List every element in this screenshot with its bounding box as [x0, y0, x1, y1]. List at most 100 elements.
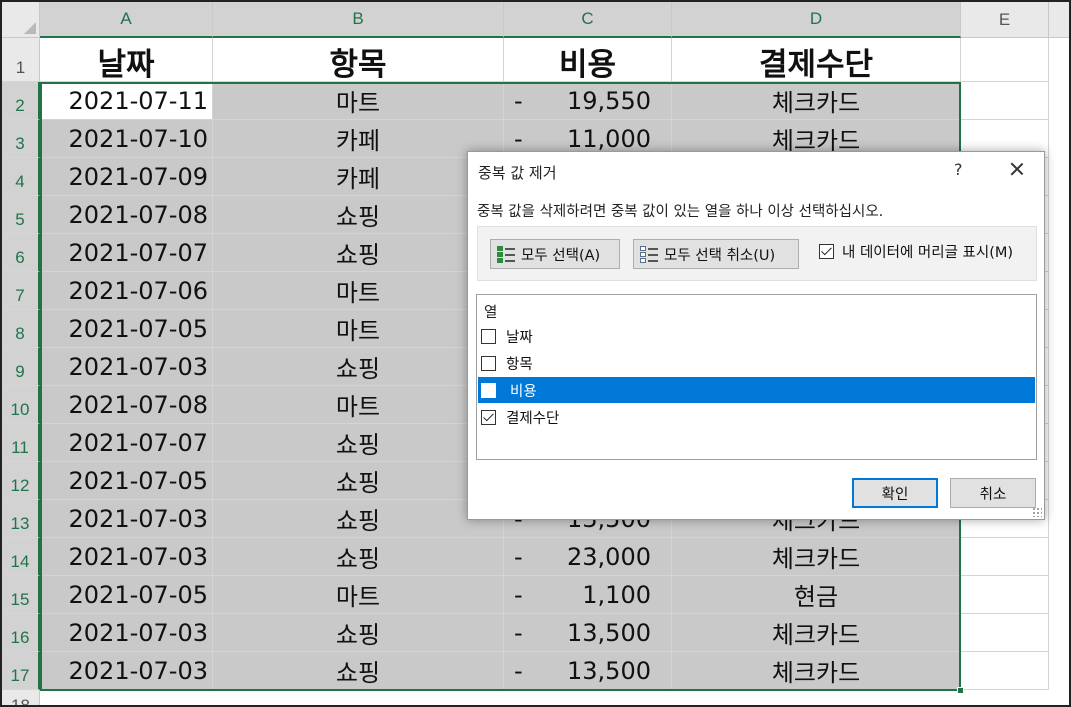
cell-item[interactable]: 쇼핑 — [213, 234, 504, 272]
fill-handle[interactable] — [957, 687, 964, 694]
empty-cell[interactable] — [961, 614, 1049, 652]
empty-cell[interactable] — [961, 652, 1049, 690]
select-all-button[interactable]: 모두 선택(A) — [490, 239, 620, 269]
cell-payment[interactable]: 현금 — [672, 576, 961, 614]
row-header[interactable]: 9 — [2, 348, 40, 386]
row-header[interactable]: 8 — [2, 310, 40, 348]
column-header-b[interactable]: B — [213, 2, 504, 38]
cell-item[interactable]: 마트 — [213, 272, 504, 310]
cell-item[interactable]: 쇼핑 — [213, 538, 504, 576]
row-header[interactable]: 10 — [2, 386, 40, 424]
cell-item[interactable]: 쇼핑 — [213, 614, 504, 652]
column-header-c[interactable]: C — [504, 2, 672, 38]
column-checkbox[interactable] — [481, 355, 496, 371]
column-header-d[interactable]: D — [672, 2, 961, 38]
row-header[interactable]: 16 — [2, 614, 40, 652]
columns-listbox[interactable]: 열 날짜 항목 비용 결제수단 — [476, 294, 1037, 460]
column-option-cost[interactable]: 비용 — [478, 377, 1035, 403]
close-icon[interactable] — [1004, 156, 1030, 182]
cell-item[interactable]: 쇼핑 — [213, 652, 504, 690]
empty-cell[interactable] — [961, 576, 1049, 614]
cell-item[interactable]: 쇼핑 — [213, 500, 504, 538]
column-header-f[interactable] — [1049, 2, 1069, 38]
cell-item[interactable]: 쇼핑 — [213, 424, 504, 462]
cell-date[interactable]: 2021-07-03 — [40, 500, 213, 538]
row-header[interactable]: 3 — [2, 120, 40, 158]
cell-date[interactable]: 2021-07-08 — [40, 386, 213, 424]
column-option-item[interactable]: 항목 — [478, 350, 1035, 376]
row-header[interactable]: 7 — [2, 272, 40, 310]
select-all-label: 모두 선택(A) — [521, 247, 601, 264]
cell-date[interactable]: 2021-07-07 — [40, 234, 213, 272]
cell-payment[interactable]: 체크카드 — [672, 652, 961, 690]
row-header[interactable]: 15 — [2, 576, 40, 614]
empty-cell[interactable] — [961, 38, 1049, 82]
cell-date[interactable]: 2021-07-06 — [40, 272, 213, 310]
cell-item[interactable]: 카페 — [213, 120, 504, 158]
resize-grip-icon[interactable] — [1032, 507, 1042, 517]
ok-button[interactable]: 확인 — [852, 478, 938, 508]
column-header-e[interactable]: E — [961, 2, 1049, 38]
row-header[interactable]: 18 — [2, 690, 40, 705]
cell-cost[interactable]: - 1,100 — [504, 576, 672, 614]
cell-date[interactable]: 2021-07-08 — [40, 196, 213, 234]
cell-date[interactable]: 2021-07-10 — [40, 120, 213, 158]
cell-item[interactable]: 마트 — [213, 576, 504, 614]
cell-date[interactable]: 2021-07-03 — [40, 348, 213, 386]
row-header[interactable]: 11 — [2, 424, 40, 462]
column-checkbox[interactable] — [481, 328, 496, 344]
row-header[interactable]: 12 — [2, 462, 40, 500]
cell-cost[interactable]: - 19,550 — [504, 82, 672, 120]
header-cell-payment[interactable]: 결제수단 — [672, 38, 961, 82]
column-option-date[interactable]: 날짜 — [478, 323, 1035, 349]
cell-date[interactable]: 2021-07-05 — [40, 462, 213, 500]
currency-dash: - — [514, 656, 523, 685]
cell-payment[interactable]: 체크카드 — [672, 614, 961, 652]
cell-cost[interactable]: - 23,000 — [504, 538, 672, 576]
cell-cost[interactable]: - 13,500 — [504, 652, 672, 690]
column-checkbox[interactable] — [481, 409, 496, 425]
select-all-corner[interactable] — [2, 2, 40, 38]
help-icon[interactable]: ? — [954, 160, 963, 179]
cell-date[interactable]: 2021-07-09 — [40, 158, 213, 196]
has-headers-option[interactable]: 내 데이터에 머리글 표시(M) — [819, 241, 1013, 262]
empty-cell[interactable] — [961, 538, 1049, 576]
cell-date[interactable]: 2021-07-03 — [40, 538, 213, 576]
column-checkbox[interactable] — [481, 382, 496, 398]
row-header[interactable]: 14 — [2, 538, 40, 576]
cell-item[interactable]: 쇼핑 — [213, 462, 504, 500]
column-option-payment[interactable]: 결제수단 — [478, 404, 1035, 430]
column-header-a[interactable]: A — [40, 2, 213, 38]
cell-cost[interactable]: - 13,500 — [504, 614, 672, 652]
header-cell-cost[interactable]: 비용 — [504, 38, 672, 82]
row-header[interactable]: 4 — [2, 158, 40, 196]
row-header[interactable]: 5 — [2, 196, 40, 234]
cell-item[interactable]: 쇼핑 — [213, 196, 504, 234]
cell-date[interactable]: 2021-07-03 — [40, 652, 213, 690]
cell-item[interactable]: 카페 — [213, 158, 504, 196]
empty-cell[interactable] — [961, 82, 1049, 120]
has-headers-checkbox[interactable] — [819, 244, 834, 259]
cell-date[interactable]: 2021-07-11 — [40, 82, 213, 120]
cell-date[interactable]: 2021-07-03 — [40, 614, 213, 652]
currency-dash: - — [514, 580, 523, 609]
row-header[interactable]: 6 — [2, 234, 40, 272]
cell-date[interactable]: 2021-07-05 — [40, 310, 213, 348]
cell-payment[interactable]: 체크카드 — [672, 82, 961, 120]
row-header[interactable]: 17 — [2, 652, 40, 690]
cell-item[interactable]: 마트 — [213, 386, 504, 424]
header-cell-item[interactable]: 항목 — [213, 38, 504, 82]
cell-item[interactable]: 마트 — [213, 82, 504, 120]
row-header[interactable]: 13 — [2, 500, 40, 538]
has-headers-label: 내 데이터에 머리글 표시(M) — [842, 245, 1014, 261]
cell-date[interactable]: 2021-07-07 — [40, 424, 213, 462]
cell-payment[interactable]: 체크카드 — [672, 538, 961, 576]
unselect-all-button[interactable]: 모두 선택 취소(U) — [633, 239, 799, 269]
cancel-button[interactable]: 취소 — [950, 478, 1036, 508]
cell-date[interactable]: 2021-07-05 — [40, 576, 213, 614]
cell-item[interactable]: 마트 — [213, 310, 504, 348]
cell-item[interactable]: 쇼핑 — [213, 348, 504, 386]
header-cell-date[interactable]: 날짜 — [40, 38, 213, 82]
row-header[interactable]: 1 — [2, 38, 40, 82]
row-header[interactable]: 2 — [2, 82, 40, 120]
